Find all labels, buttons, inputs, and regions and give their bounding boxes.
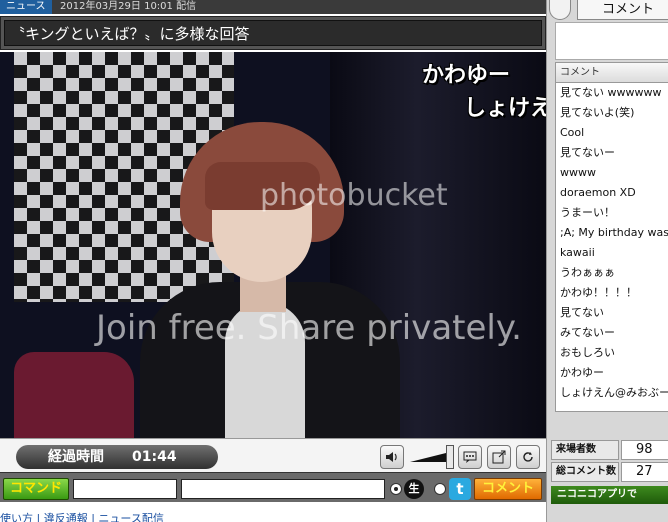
- reload-icon[interactable]: [516, 445, 540, 469]
- stats-box: 来場者数 98 総コメント数 27: [551, 440, 668, 484]
- publish-date: 2012年03月29日 10:01 配信: [60, 1, 197, 12]
- live-icon[interactable]: 生: [404, 479, 424, 499]
- list-item[interactable]: 見てない wwwwww: [556, 83, 668, 103]
- list-item[interactable]: Cool: [556, 123, 668, 143]
- niconico-app-button[interactable]: ニコニコアプリで: [551, 486, 668, 504]
- list-item[interactable]: 見てないー: [556, 143, 668, 163]
- stat-visitors: 来場者数 98: [551, 440, 668, 460]
- stat-value: 98: [621, 440, 668, 460]
- comment-panel: コメント コメント 見てない wwwwww 見てないよ(笑) Cool 見てない…: [546, 0, 668, 522]
- list-item[interactable]: うわぁぁぁ: [556, 263, 668, 283]
- red-sofa: [14, 352, 134, 438]
- popout-icon[interactable]: [487, 445, 511, 469]
- stat-label: 総コメント数: [551, 462, 619, 482]
- list-item[interactable]: doraemon XD: [556, 183, 668, 203]
- comment-submit-button[interactable]: コメント: [474, 478, 542, 500]
- elapsed-time: 01:44: [132, 449, 177, 465]
- stat-value: 27: [621, 462, 668, 482]
- list-item[interactable]: みてないー: [556, 323, 668, 343]
- headline-bar: 〝キングといえば？〟に多様な回答: [0, 16, 546, 50]
- list-item[interactable]: kawaii: [556, 243, 668, 263]
- command-input[interactable]: [73, 479, 177, 499]
- elapsed-time-display: 経過時間 01:44: [16, 445, 218, 469]
- twitter-radio[interactable]: [434, 483, 446, 495]
- headline-title: 〝キングといえば？〟に多様な回答: [4, 20, 542, 46]
- app-button-label[interactable]: ニコニコアプリで: [557, 489, 637, 500]
- twitter-icon[interactable]: t: [449, 478, 471, 500]
- tab-comment[interactable]: コメント: [577, 0, 668, 20]
- elapsed-label: 経過時間: [48, 449, 104, 465]
- panel-toggle-tab[interactable]: [549, 0, 571, 20]
- list-item[interactable]: しょけえん@みおぶー: [556, 383, 668, 403]
- list-item[interactable]: うまーい！: [556, 203, 668, 223]
- player-controls: 経過時間 01:44: [0, 438, 546, 472]
- list-item[interactable]: かわゆー: [556, 363, 668, 383]
- live-radio[interactable]: [390, 483, 402, 495]
- news-header-strip: ニュース 2012年03月29日 10:01 配信: [0, 0, 546, 14]
- overlay-comment-1: かわゆー: [422, 63, 511, 88]
- comment-panel-blank: [555, 22, 668, 60]
- list-item[interactable]: かわゆ！！！！: [556, 283, 668, 303]
- list-item[interactable]: おもしろい: [556, 343, 668, 363]
- comment-list-icon[interactable]: [458, 445, 482, 469]
- watermark-logo: photobucket: [260, 178, 448, 213]
- command-button[interactable]: コマンド: [3, 478, 69, 500]
- stat-comments: 総コメント数 27: [551, 462, 668, 482]
- comment-input-bar: コマンド 生 t コメント: [0, 472, 546, 502]
- overlay-comment-2: しょけえ: [464, 96, 546, 121]
- volume-handle[interactable]: [446, 445, 454, 469]
- watermark-tagline: Join free. Share privately.: [96, 308, 522, 348]
- stat-label: 来場者数: [551, 440, 619, 460]
- news-tag[interactable]: ニュース: [0, 0, 52, 14]
- list-item[interactable]: 見てない: [556, 303, 668, 323]
- volume-slider[interactable]: [410, 451, 450, 463]
- list-item[interactable]: ;A; My birthday was t: [556, 223, 668, 243]
- comment-input[interactable]: [181, 479, 385, 499]
- speaker-icon[interactable]: [380, 445, 404, 469]
- footer-links[interactable]: 使い方 | 違反通報 | ニュース配信: [0, 510, 164, 522]
- footer-links-text[interactable]: 使い方 | 違反通報 | ニュース配信: [0, 512, 164, 522]
- comment-list-header[interactable]: コメント: [556, 63, 668, 83]
- list-item[interactable]: 見てないよ(笑): [556, 103, 668, 123]
- comment-list[interactable]: コメント 見てない wwwwww 見てないよ(笑) Cool 見てないー www…: [555, 62, 668, 412]
- list-item[interactable]: wwww: [556, 163, 668, 183]
- video-player[interactable]: photobucket Join free. Share privately. …: [0, 52, 546, 438]
